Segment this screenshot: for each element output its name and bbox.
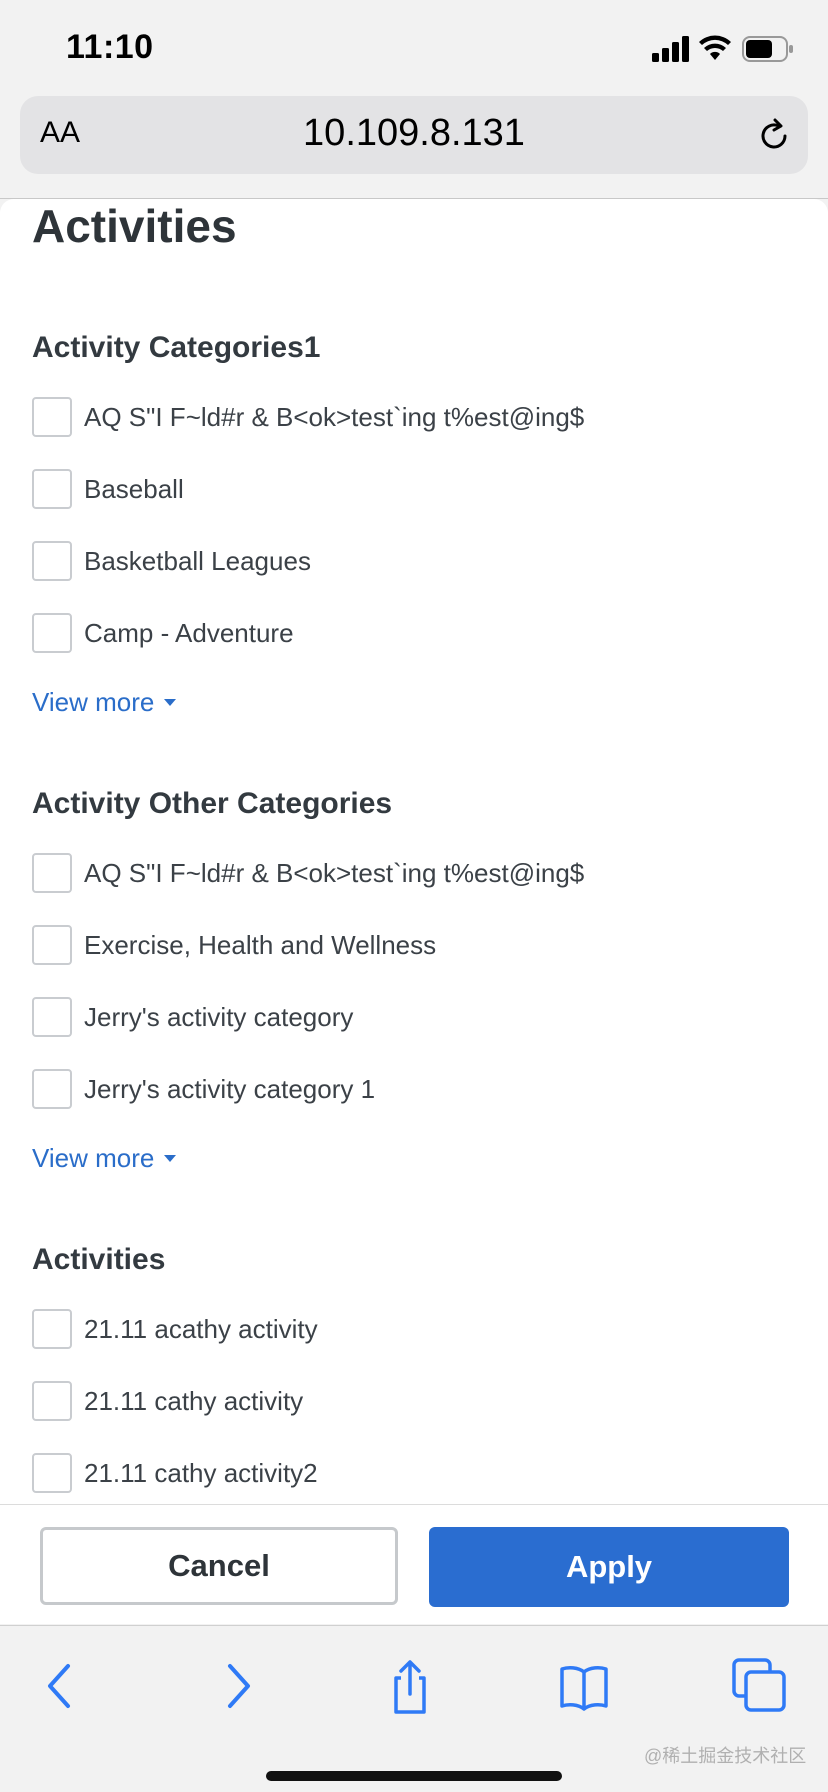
- option-label: Exercise, Health and Wellness: [84, 929, 437, 960]
- checkbox[interactable]: [32, 397, 72, 437]
- option-label: Basketball Leagues: [84, 545, 311, 576]
- option-label: Baseball: [84, 473, 184, 504]
- checkbox[interactable]: [32, 613, 72, 653]
- status-bar: 11:10: [0, 0, 828, 96]
- checkbox-option[interactable]: AQ S"I F~ld#r & B<ok>test`ing t%est@ing$: [32, 853, 584, 893]
- option-label: AQ S"I F~ld#r & B<ok>test`ing t%est@ing$: [84, 857, 585, 888]
- bookmarks-icon[interactable]: [554, 1656, 614, 1716]
- home-indicator: [266, 1771, 562, 1781]
- share-icon[interactable]: [380, 1656, 440, 1716]
- view-more-link[interactable]: View more: [32, 1143, 177, 1174]
- url-text[interactable]: 10.109.8.131: [20, 112, 808, 155]
- address-bar[interactable]: AA 10.109.8.131: [20, 96, 808, 174]
- option-label: Jerry's activity category: [84, 1001, 354, 1032]
- reload-icon[interactable]: [754, 116, 794, 156]
- watermark-text: @稀土掘金技术社区: [644, 1746, 807, 1766]
- checkbox[interactable]: [32, 1069, 72, 1109]
- view-more-label: View more: [32, 1143, 155, 1173]
- checkbox[interactable]: [32, 925, 72, 965]
- checkbox-option[interactable]: AQ S"I F~ld#r & B<ok>test`ing t%est@ing$: [32, 397, 584, 437]
- cellular-signal-icon: [652, 36, 689, 62]
- wifi-icon: [699, 35, 731, 60]
- page-title: Activities: [32, 200, 237, 252]
- caret-down-icon: [164, 699, 177, 706]
- browser-toolbar: @稀土掘金技术社区: [0, 1625, 828, 1792]
- view-more-link[interactable]: View more: [32, 687, 177, 718]
- checkbox[interactable]: [32, 997, 72, 1037]
- checkbox-option[interactable]: Jerry's activity category: [32, 997, 353, 1037]
- status-time: 11:10: [66, 28, 154, 66]
- tabs-icon[interactable]: [730, 1656, 790, 1716]
- checkbox-option[interactable]: 21.11 acathy activity: [32, 1309, 318, 1349]
- option-label: 21.11 acathy activity: [84, 1313, 318, 1344]
- option-label: AQ S"I F~ld#r & B<ok>test`ing t%est@ing$: [84, 401, 585, 432]
- forward-icon[interactable]: [206, 1656, 266, 1716]
- view-more-label: View more: [32, 687, 155, 717]
- section-title-activity-categories: Activity Categories1: [32, 331, 321, 364]
- caret-down-icon: [164, 1155, 177, 1162]
- checkbox-option[interactable]: Baseball: [32, 469, 184, 509]
- section-title-activity-other-categories: Activity Other Categories: [32, 787, 393, 820]
- checkbox-option[interactable]: Basketball Leagues: [32, 541, 311, 581]
- option-label: Camp - Adventure: [84, 617, 294, 648]
- filter-sheet: Activities Activity Categories1 AQ S"I F…: [0, 199, 828, 1505]
- checkbox[interactable]: [32, 469, 72, 509]
- checkbox[interactable]: [32, 541, 72, 581]
- checkbox[interactable]: [32, 1453, 72, 1493]
- action-footer: Cancel Apply: [0, 1504, 828, 1624]
- checkbox[interactable]: [32, 1309, 72, 1349]
- checkbox-option[interactable]: Exercise, Health and Wellness: [32, 925, 436, 965]
- checkbox-option[interactable]: Camp - Adventure: [32, 613, 294, 653]
- section-title-activities: Activities: [32, 1243, 166, 1276]
- cancel-button[interactable]: Cancel: [40, 1527, 398, 1605]
- back-icon[interactable]: [32, 1656, 92, 1716]
- checkbox[interactable]: [32, 1381, 72, 1421]
- checkbox-option[interactable]: Jerry's activity category 1: [32, 1069, 375, 1109]
- checkbox-option[interactable]: 21.11 cathy activity2: [32, 1453, 318, 1493]
- option-label: 21.11 cathy activity: [84, 1385, 304, 1416]
- battery-icon: [742, 36, 793, 62]
- apply-button[interactable]: Apply: [429, 1527, 789, 1607]
- checkbox-option[interactable]: 21.11 cathy activity: [32, 1381, 303, 1421]
- checkbox[interactable]: [32, 853, 72, 893]
- option-label: Jerry's activity category 1: [84, 1073, 376, 1104]
- option-label: 21.11 cathy activity2: [84, 1457, 318, 1488]
